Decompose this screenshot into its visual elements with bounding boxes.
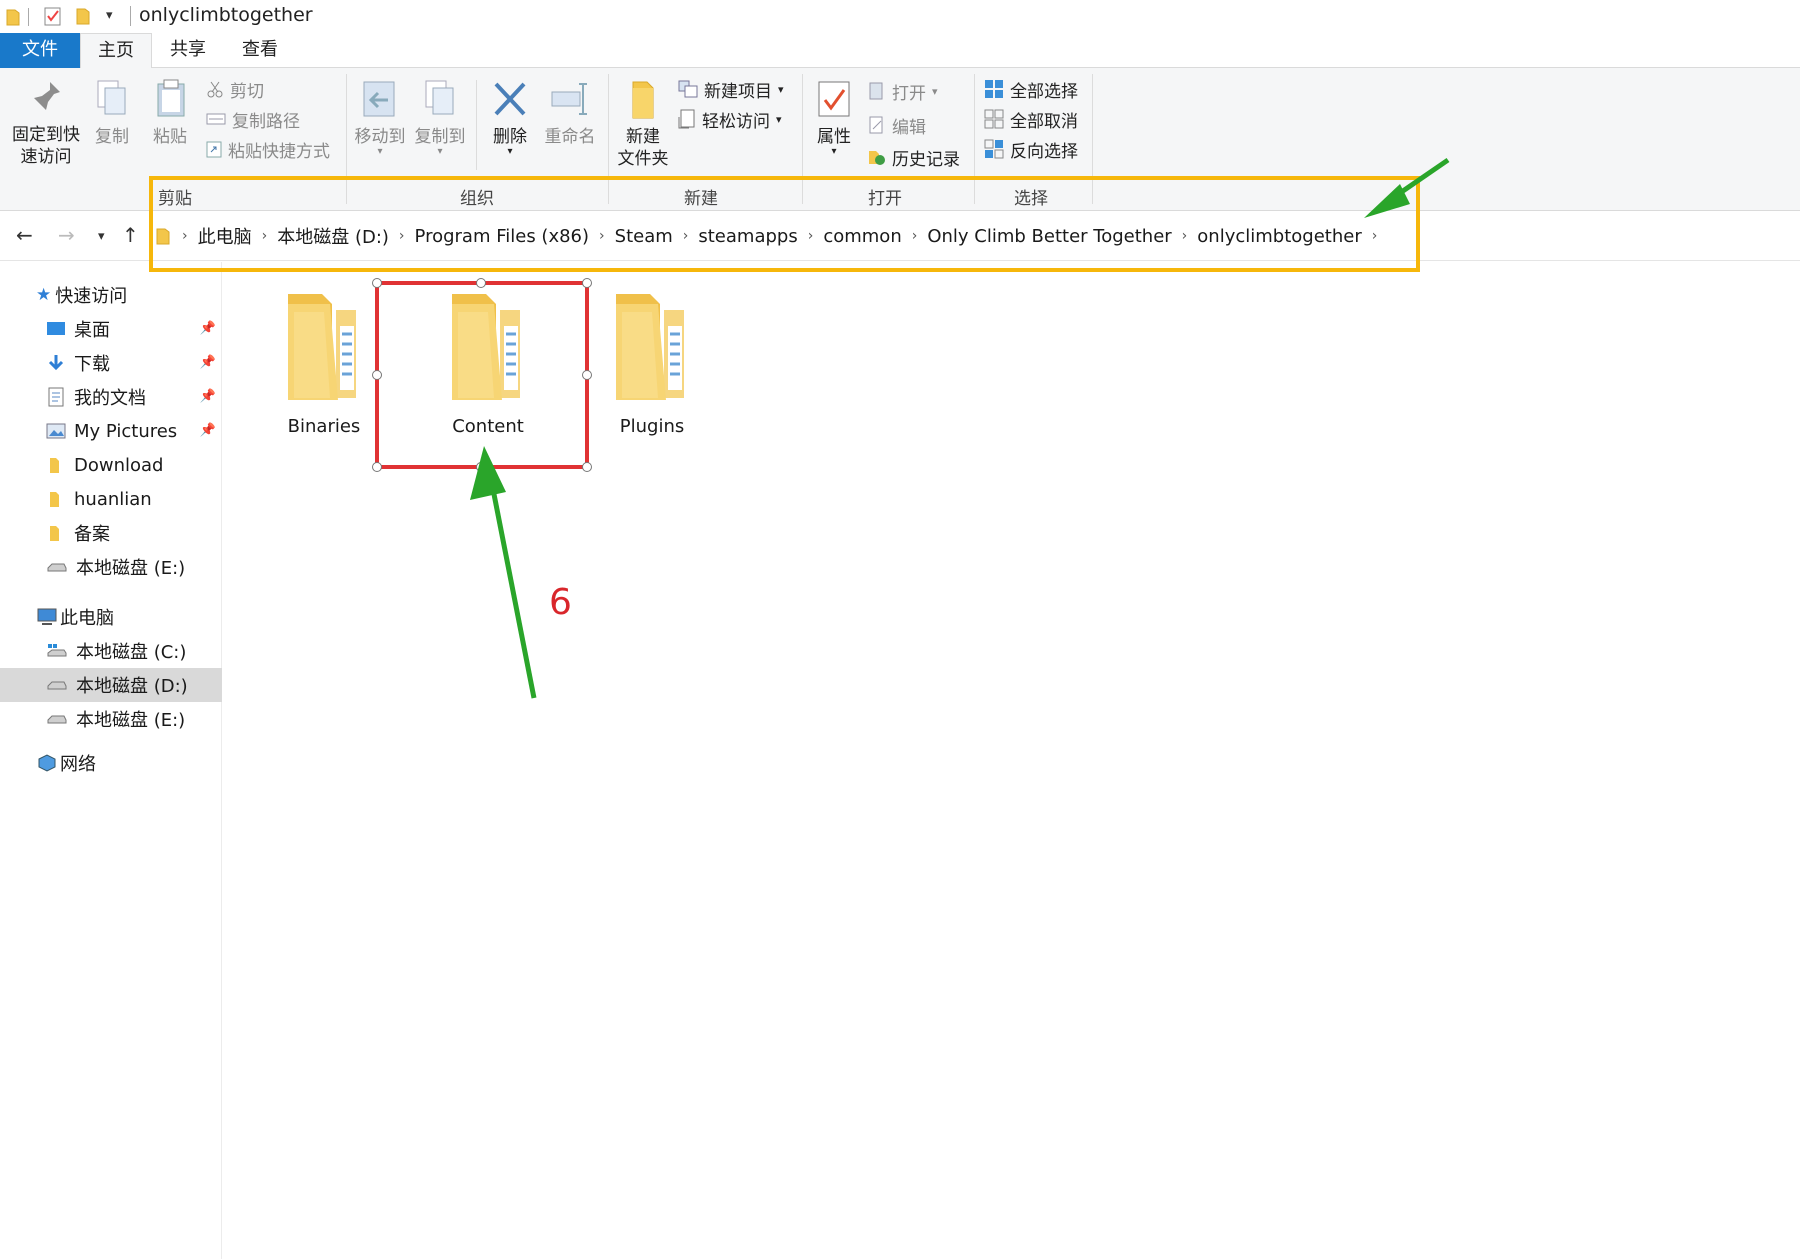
annotation-arrows <box>470 157 1450 699</box>
annotation-arrow-address <box>1364 157 1450 218</box>
annotation-arrow-content <box>470 446 537 699</box>
annotation-step-number: 6 <box>549 582 572 623</box>
